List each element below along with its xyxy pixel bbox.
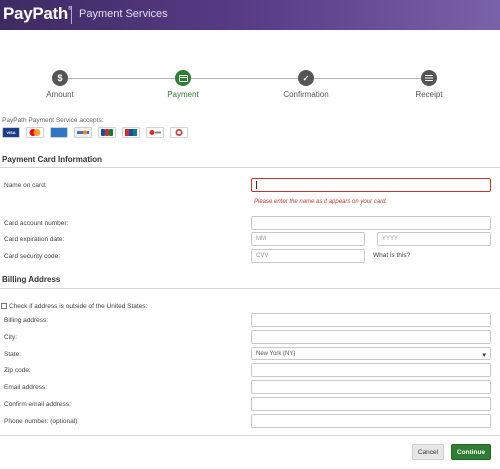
state-label: State: <box>4 351 21 358</box>
city-label: City: <box>4 334 17 341</box>
step-label: Receipt <box>415 90 443 99</box>
email-input[interactable] <box>251 380 491 394</box>
confirm-email-input[interactable] <box>251 397 491 411</box>
phone-input[interactable] <box>251 414 491 428</box>
diners-logo <box>170 127 188 138</box>
step-label: Confirmation <box>283 90 329 99</box>
mastercard-logo <box>26 127 44 138</box>
email-label: Email address: <box>4 384 47 391</box>
credit-card-icon <box>175 70 191 86</box>
card-number-label: Card account number: <box>4 220 69 227</box>
step-label: Amount <box>46 90 74 99</box>
billing-address-label: Billing address: <box>4 317 49 324</box>
step-receipt: Receipt <box>389 70 469 99</box>
name-on-card-input[interactable] <box>251 178 491 192</box>
expiration-month-input[interactable]: MM <box>251 232 365 246</box>
unionpay-logo <box>122 127 140 138</box>
brand-logo[interactable]: PayPath® <box>3 4 72 24</box>
cancel-button[interactable]: Cancel <box>412 444 444 460</box>
step-confirmation: ✓ Confirmation <box>266 70 346 99</box>
maestro-logo <box>146 127 164 138</box>
section-divider <box>0 167 500 168</box>
name-on-card-label: Name on card: <box>4 182 47 189</box>
dollar-icon: $ <box>52 70 68 86</box>
what-is-this-link[interactable]: What is this? <box>373 252 410 259</box>
accepted-cards-list: VISA <box>2 127 188 138</box>
security-code-label: Card security code: <box>4 253 60 260</box>
phone-label: Phone number: (optional) <box>4 418 78 425</box>
confirm-email-label: Confirm email address: <box>4 401 71 408</box>
state-value: New York (NY) <box>256 350 296 357</box>
header-divider <box>71 6 72 24</box>
state-select[interactable]: New York (NY) ▾ <box>251 347 491 360</box>
name-error-message: Please enter the name as it appears on y… <box>254 199 388 205</box>
receipt-icon <box>421 70 437 86</box>
expiration-label: Card expiration date: <box>4 236 65 243</box>
chevron-down-icon: ▾ <box>482 352 486 359</box>
payment-section-title: Payment Card Information <box>2 155 103 164</box>
footer-divider <box>0 435 500 436</box>
accepted-cards-text: PayPath Payment Service accepts: <box>2 117 104 124</box>
jcb-logo <box>98 127 116 138</box>
app-header: PayPath® Payment Services <box>0 0 500 30</box>
outside-us-checkbox[interactable] <box>1 303 7 309</box>
zip-code-input[interactable] <box>251 363 491 377</box>
expiration-year-input[interactable]: YYYY <box>377 232 491 246</box>
visa-logo: VISA <box>2 127 20 138</box>
security-code-input[interactable]: CVV <box>251 249 365 263</box>
thumbs-up-icon: ✓ <box>298 70 314 86</box>
billing-section-title: Billing Address <box>2 275 61 284</box>
billing-address-input[interactable] <box>251 313 491 327</box>
discover-logo <box>74 127 92 138</box>
section-divider <box>0 288 500 289</box>
card-number-input[interactable] <box>251 216 491 230</box>
step-label: Payment <box>167 90 199 99</box>
continue-button[interactable]: Continue <box>451 444 491 460</box>
city-input[interactable] <box>251 330 491 344</box>
zip-code-label: Zip code: <box>4 367 31 374</box>
header-subtitle: Payment Services <box>79 8 168 20</box>
step-payment: Payment <box>143 70 223 99</box>
step-amount: $ Amount <box>20 70 100 99</box>
amex-logo <box>50 127 68 138</box>
outside-us-label: Check if address is outside of the Unite… <box>9 303 148 310</box>
